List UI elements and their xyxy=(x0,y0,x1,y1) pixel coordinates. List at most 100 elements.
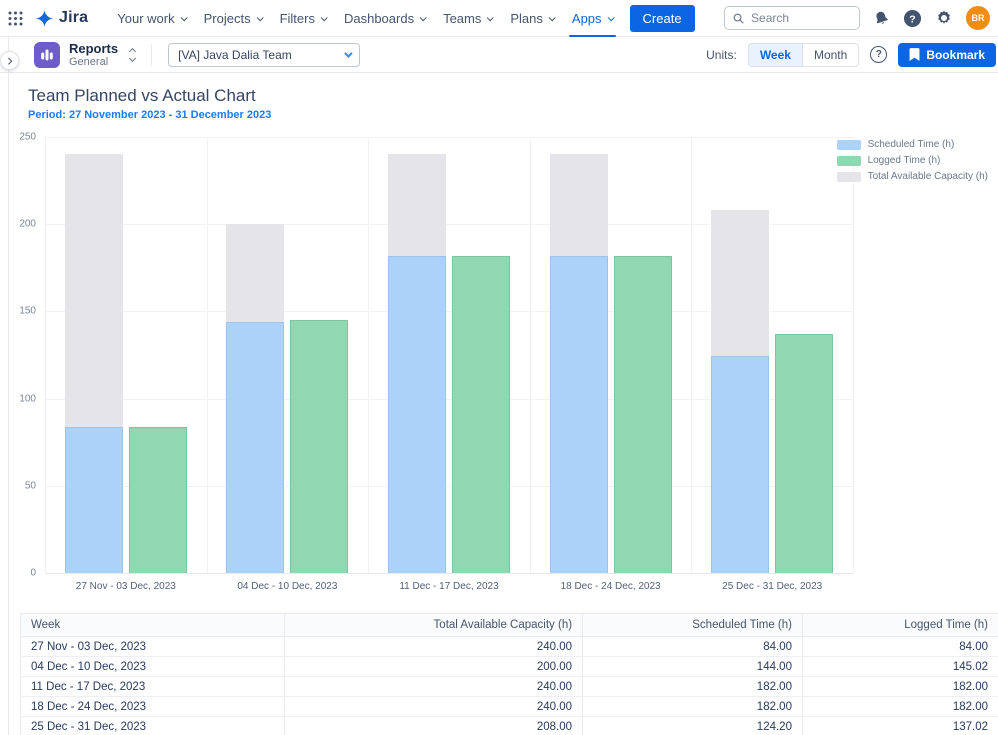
reports-app-subtitle: General xyxy=(69,56,118,68)
table-cell: 182.00 xyxy=(802,677,998,697)
weekly-summary-table: WeekTotal Available Capacity (h)Schedule… xyxy=(20,613,998,735)
nav-item-dashboards[interactable]: Dashboards xyxy=(335,0,434,37)
legend-item-logged-time-h[interactable]: Logged Time (h) xyxy=(837,155,988,166)
bar-scheduled xyxy=(226,322,284,573)
gridline-h xyxy=(45,573,853,574)
gridline-v xyxy=(691,137,692,573)
table-cell: 200.00 xyxy=(284,657,582,677)
table-row: 27 Nov - 03 Dec, 2023240.0084.0084.00 xyxy=(21,637,998,657)
reports-bar-chart-icon xyxy=(34,42,60,68)
nav-item-label: Filters xyxy=(280,11,315,26)
jira-mark-icon xyxy=(35,9,54,28)
notifications-bell-icon[interactable] xyxy=(873,10,890,27)
top-navigation-bar: Jira Your work Projects Filters Dashboards T… xyxy=(0,0,998,37)
legend-swatch xyxy=(837,140,861,150)
unit-option-month[interactable]: Month xyxy=(802,44,858,66)
nav-item-filters[interactable]: Filters xyxy=(271,0,335,37)
settings-gear-icon[interactable] xyxy=(935,9,953,27)
chevron-down-icon xyxy=(487,14,494,21)
jira-logo[interactable]: Jira xyxy=(35,9,88,28)
nav-item-teams[interactable]: Teams xyxy=(434,0,501,37)
table-body: 27 Nov - 03 Dec, 2023240.0084.0084.0004 … xyxy=(21,637,998,735)
reports-app-switcher[interactable]: Reports General xyxy=(34,42,135,68)
x-tick-label: 11 Dec - 17 Dec, 2023 xyxy=(368,581,530,592)
table-cell: 11 Dec - 17 Dec, 2023 xyxy=(21,677,285,697)
search-box[interactable] xyxy=(724,6,860,30)
report-help-icon[interactable]: ? xyxy=(870,46,887,63)
table-cell: 240.00 xyxy=(284,697,582,717)
y-tick-label: 50 xyxy=(25,480,36,491)
search-input[interactable] xyxy=(751,11,851,25)
y-tick-label: 250 xyxy=(19,132,36,143)
gridline-v xyxy=(207,137,208,573)
nav-item-label: Projects xyxy=(204,11,251,26)
weekly-summary-table-wrap: WeekTotal Available Capacity (h)Schedule… xyxy=(20,613,998,735)
table-cell: 182.00 xyxy=(583,677,803,697)
svg-text:?: ? xyxy=(909,14,915,25)
nav-item-your-work[interactable]: Your work xyxy=(108,0,194,37)
units-label: Units: xyxy=(706,48,737,62)
x-tick-label: 27 Nov - 03 Dec, 2023 xyxy=(45,581,207,592)
chevron-down-icon xyxy=(321,14,328,21)
chevron-down-icon xyxy=(549,14,556,21)
table-cell: 84.00 xyxy=(802,637,998,657)
jira-report-page: Jira Your work Projects Filters Dashboards T… xyxy=(0,0,998,735)
legend-swatch xyxy=(837,172,861,182)
table-header-logged-time-h: Logged Time (h) xyxy=(802,614,998,637)
nav-item-projects[interactable]: Projects xyxy=(195,0,271,37)
legend-item-total-available-capacity-h[interactable]: Total Available Capacity (h) xyxy=(837,171,988,182)
app-switcher-icon[interactable] xyxy=(8,11,23,26)
table-row: 25 Dec - 31 Dec, 2023208.00124.20137.02 xyxy=(21,717,998,735)
team-select-value: [VA] Java Dalia Team xyxy=(178,48,292,62)
unit-option-week[interactable]: Week xyxy=(749,44,802,66)
table-cell: 182.00 xyxy=(802,697,998,717)
y-tick-label: 0 xyxy=(30,568,36,579)
chevron-down-icon xyxy=(256,14,263,21)
sidebar-expand-button[interactable] xyxy=(0,51,19,70)
team-select-dropdown[interactable]: [VA] Java Dalia Team xyxy=(168,43,360,67)
legend-label: Logged Time (h) xyxy=(868,155,941,166)
table-cell: 84.00 xyxy=(583,637,803,657)
legend-label: Scheduled Time (h) xyxy=(868,139,955,150)
bookmark-button[interactable]: Bookmark xyxy=(898,43,996,67)
x-tick-label: 04 Dec - 10 Dec, 2023 xyxy=(207,581,369,592)
bar-logged xyxy=(614,256,672,573)
table-cell: 182.00 xyxy=(583,697,803,717)
table-header-row: WeekTotal Available Capacity (h)Schedule… xyxy=(21,614,998,637)
chevron-down-icon xyxy=(344,49,352,57)
toolbar-right: Units: WeekMonth ? Bookmark xyxy=(706,43,996,67)
search-icon xyxy=(733,12,744,25)
y-tick-label: 200 xyxy=(19,219,36,230)
topbar-right: ? BR xyxy=(724,6,990,30)
help-icon[interactable]: ? xyxy=(903,9,922,28)
user-avatar[interactable]: BR xyxy=(966,6,990,30)
create-button[interactable]: Create xyxy=(630,5,695,32)
primary-nav: Your work Projects Filters Dashboards Teams P… xyxy=(108,0,621,37)
nav-item-label: Dashboards xyxy=(344,11,414,26)
table-header-week: Week xyxy=(21,614,285,637)
page-title: Team Planned vs Actual Chart xyxy=(28,86,998,106)
nav-item-label: Your work xyxy=(117,11,174,26)
gridline-h xyxy=(45,137,853,138)
nav-item-label: Teams xyxy=(443,11,481,26)
nav-item-apps[interactable]: Apps xyxy=(563,0,622,37)
nav-item-plans[interactable]: Plans xyxy=(501,0,563,37)
table-header-scheduled-time-h: Scheduled Time (h) xyxy=(583,614,803,637)
table-cell: 240.00 xyxy=(284,637,582,657)
page-period: Period: 27 November 2023 - 31 December 2… xyxy=(28,109,998,121)
table-header-total-available-capacity-h: Total Available Capacity (h) xyxy=(284,614,582,637)
report-switcher-icon[interactable] xyxy=(130,49,135,61)
x-tick-label: 25 Dec - 31 Dec, 2023 xyxy=(691,581,853,592)
bar-logged xyxy=(452,256,510,573)
table-cell: 18 Dec - 24 Dec, 2023 xyxy=(21,697,285,717)
table-cell: 25 Dec - 31 Dec, 2023 xyxy=(21,717,285,735)
bar-scheduled xyxy=(388,256,446,573)
y-tick-label: 150 xyxy=(19,306,36,317)
legend-label: Total Available Capacity (h) xyxy=(868,171,988,182)
legend-item-scheduled-time-h[interactable]: Scheduled Time (h) xyxy=(837,139,988,150)
table-cell: 137.02 xyxy=(802,717,998,735)
toolbar-divider xyxy=(151,44,152,66)
table-cell: 04 Dec - 10 Dec, 2023 xyxy=(21,657,285,677)
y-tick-label: 100 xyxy=(19,393,36,404)
chevron-right-icon xyxy=(5,58,12,65)
